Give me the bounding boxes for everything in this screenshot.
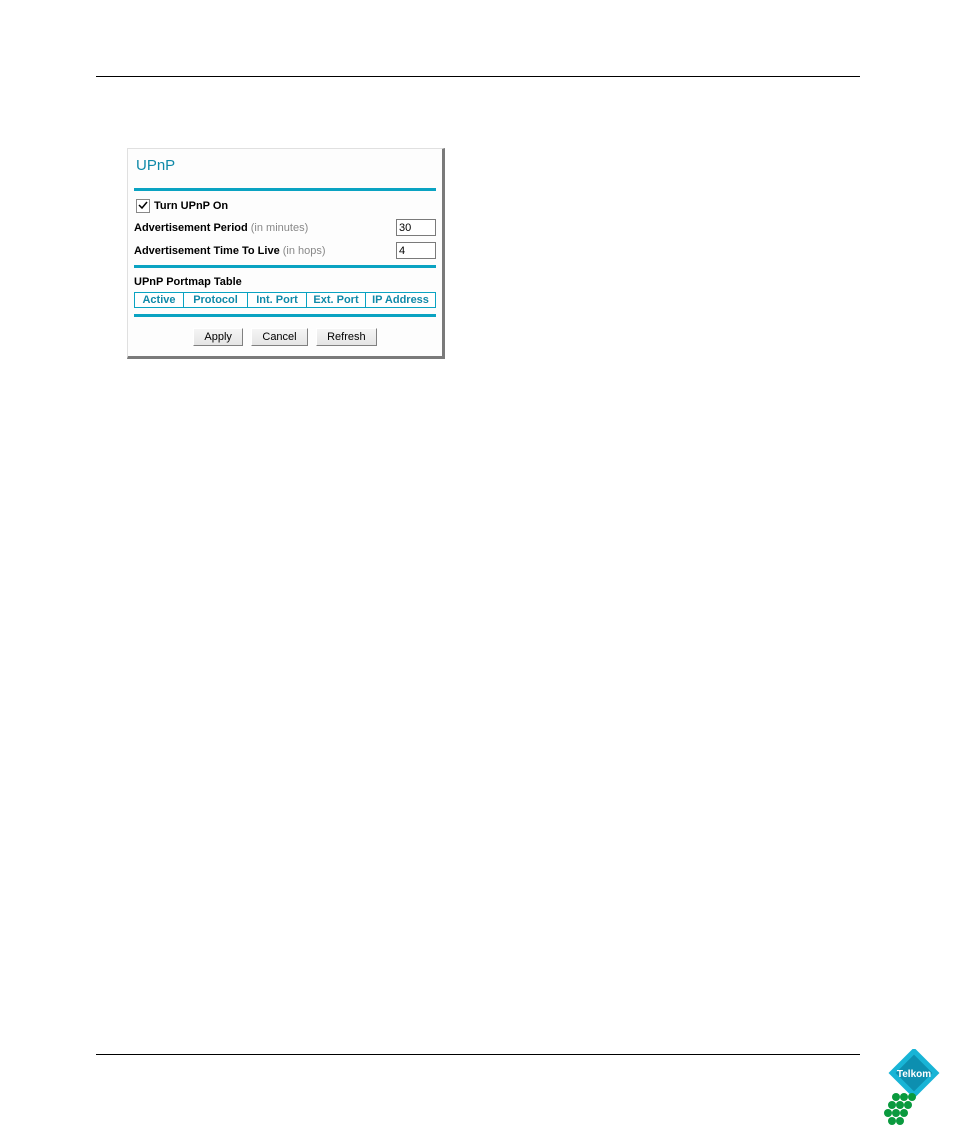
turn-upnp-on-row: Turn UPnP On — [134, 191, 436, 213]
button-row: Apply Cancel Refresh — [134, 317, 436, 346]
col-active: Active — [135, 293, 184, 308]
page: UPnP Turn UPnP On Advertisement Period (… — [0, 0, 954, 1145]
telkom-logo: Telkom — [874, 1049, 954, 1127]
cancel-button[interactable]: Cancel — [251, 328, 307, 346]
col-ext-port: Ext. Port — [307, 293, 366, 308]
refresh-button[interactable]: Refresh — [316, 328, 377, 346]
panel-title: UPnP — [134, 155, 436, 188]
apply-button[interactable]: Apply — [193, 328, 243, 346]
ad-ttl-label: Advertisement Time To Live (in hops) — [134, 245, 326, 257]
portmap-table: Active Protocol Int. Port Ext. Port IP A… — [134, 292, 436, 308]
ad-period-input[interactable] — [396, 219, 436, 236]
col-ip-addr: IP Address — [366, 293, 436, 308]
header-divider — [96, 76, 860, 77]
upnp-panel: UPnP Turn UPnP On Advertisement Period (… — [127, 148, 445, 359]
ad-ttl-row: Advertisement Time To Live (in hops) — [134, 236, 436, 259]
ad-ttl-input[interactable] — [396, 242, 436, 259]
ad-period-label: Advertisement Period (in minutes) — [134, 222, 308, 234]
col-int-port: Int. Port — [248, 293, 307, 308]
footer-divider — [96, 1054, 860, 1055]
turn-upnp-on-checkbox[interactable] — [136, 199, 150, 213]
turn-upnp-on-label: Turn UPnP On — [154, 200, 228, 212]
portmap-title: UPnP Portmap Table — [134, 268, 436, 292]
ad-period-row: Advertisement Period (in minutes) — [134, 213, 436, 236]
col-protocol: Protocol — [184, 293, 248, 308]
svg-text:Telkom: Telkom — [897, 1069, 931, 1080]
portmap-header-row: Active Protocol Int. Port Ext. Port IP A… — [135, 293, 436, 308]
